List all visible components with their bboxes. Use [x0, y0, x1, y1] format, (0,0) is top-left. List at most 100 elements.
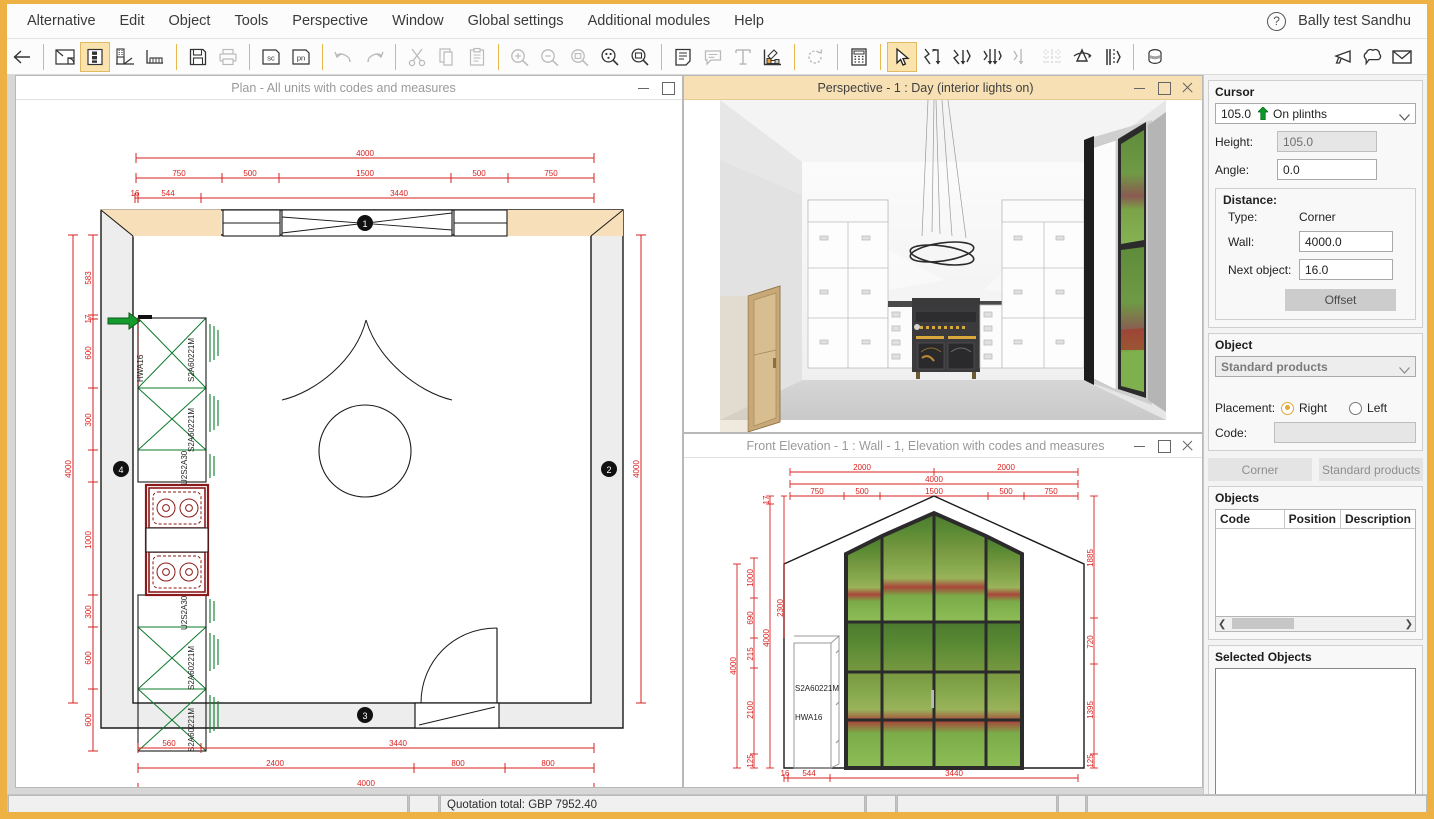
- menu-item-alternative[interactable]: Alternative: [15, 8, 108, 34]
- svg-text:4000: 4000: [925, 475, 943, 484]
- comment-icon[interactable]: [698, 42, 728, 72]
- zoom-previous-icon[interactable]: [625, 42, 655, 72]
- objects-table-wrapper[interactable]: Code Position Description: [1215, 509, 1416, 617]
- next-object-label: Next object:: [1223, 263, 1299, 277]
- elevation-view-icon[interactable]: [80, 42, 110, 72]
- chevron-down-icon: [1399, 363, 1410, 370]
- svg-text:800: 800: [541, 759, 555, 768]
- chat-cloud-icon[interactable]: [1357, 42, 1387, 72]
- status-cell-c: [1058, 795, 1086, 815]
- minimize-button[interactable]: [1133, 81, 1146, 94]
- print-icon[interactable]: [213, 42, 243, 72]
- plan-measure-icon[interactable]: [140, 42, 170, 72]
- paste-icon[interactable]: [462, 42, 492, 72]
- menu-item-help[interactable]: Help: [722, 8, 776, 34]
- menu-item-additional-modules[interactable]: Additional modules: [576, 8, 723, 34]
- grid-icon[interactable]: [1037, 42, 1067, 72]
- placement-right-radio[interactable]: Right: [1281, 401, 1327, 415]
- section-view-icon[interactable]: [110, 42, 140, 72]
- svg-text:2400: 2400: [266, 759, 284, 768]
- zoom-window-icon[interactable]: [565, 42, 595, 72]
- column-header-description[interactable]: Description: [1340, 510, 1415, 529]
- standard-products-button[interactable]: Standard products: [1319, 458, 1423, 481]
- angle-field[interactable]: 0.0: [1277, 159, 1377, 180]
- minimize-button[interactable]: [637, 81, 650, 94]
- pn-icon[interactable]: pn: [286, 42, 316, 72]
- perspective-window[interactable]: Perspective - 1 : Day (interior lights o…: [683, 75, 1203, 433]
- distance-wall-row: Wall: 4000.0: [1223, 231, 1408, 252]
- room-shape-icon[interactable]: [50, 42, 80, 72]
- elevation-window[interactable]: Front Elevation - 1 : Wall - 1, Elevatio…: [683, 433, 1203, 788]
- svg-text:600: 600: [84, 651, 93, 665]
- plan-window-titlebar[interactable]: Plan - All units with codes and measures: [16, 76, 682, 100]
- cut-icon[interactable]: [402, 42, 432, 72]
- snap-grid-icon[interactable]: [1007, 42, 1037, 72]
- snap-point-icon[interactable]: [977, 42, 1007, 72]
- offset-button[interactable]: Offset: [1285, 289, 1396, 311]
- placement-left-radio[interactable]: Left: [1349, 401, 1387, 415]
- pointer-icon[interactable]: [887, 42, 917, 72]
- megaphone-icon[interactable]: [1327, 42, 1357, 72]
- undo-icon[interactable]: [329, 42, 359, 72]
- column-header-position[interactable]: Position: [1284, 510, 1340, 529]
- calculator-icon[interactable]: [844, 42, 874, 72]
- zoom-out-icon[interactable]: [535, 42, 565, 72]
- zoom-in-icon[interactable]: [505, 42, 535, 72]
- wall-field[interactable]: 4000.0: [1299, 231, 1393, 252]
- snap-object-icon[interactable]: [917, 42, 947, 72]
- zoom-all-icon[interactable]: [595, 42, 625, 72]
- copy-icon[interactable]: [432, 42, 462, 72]
- mail-icon[interactable]: [1387, 42, 1417, 72]
- rotate-3d-icon[interactable]: [1067, 42, 1097, 72]
- object-type-dropdown[interactable]: Standard products: [1215, 356, 1416, 377]
- svg-text:16: 16: [131, 189, 140, 198]
- svg-text:750: 750: [810, 487, 824, 496]
- menu-item-global-settings[interactable]: Global settings: [456, 8, 576, 34]
- cursor-position-dropdown[interactable]: 105.0 On plinths: [1215, 103, 1416, 124]
- svg-text:2: 2: [606, 465, 611, 475]
- code-field[interactable]: [1274, 422, 1416, 443]
- height-field[interactable]: 105.0: [1277, 131, 1377, 152]
- maximize-button[interactable]: [1157, 439, 1170, 452]
- scrollbar-thumb[interactable]: [1232, 618, 1294, 629]
- tape-measure-icon[interactable]: [1140, 42, 1170, 72]
- colour-icon[interactable]: [758, 42, 788, 72]
- elevation-canvas[interactable]: 2000 2000 4000: [684, 458, 1202, 787]
- corner-button[interactable]: Corner: [1208, 458, 1312, 481]
- plan-window[interactable]: Plan - All units with codes and measures…: [15, 75, 683, 788]
- svg-text:4000: 4000: [729, 657, 738, 675]
- redo-icon[interactable]: [359, 42, 389, 72]
- minimize-button[interactable]: [1133, 439, 1146, 452]
- back-arrow-icon[interactable]: [7, 42, 37, 72]
- menu-item-edit[interactable]: Edit: [108, 8, 157, 34]
- menu-item-window[interactable]: Window: [380, 8, 456, 34]
- perspective-window-titlebar[interactable]: Perspective - 1 : Day (interior lights o…: [684, 76, 1202, 100]
- sc-icon[interactable]: sc: [256, 42, 286, 72]
- menu-item-tools[interactable]: Tools: [222, 8, 280, 34]
- note-icon[interactable]: [668, 42, 698, 72]
- save-icon[interactable]: [183, 42, 213, 72]
- type-value: Corner: [1299, 210, 1336, 224]
- plan-canvas[interactable]: 4000 750 500 1500 500 750: [16, 100, 682, 787]
- snap-wall-icon[interactable]: [947, 42, 977, 72]
- scroll-left-arrow-icon[interactable]: ❮: [1218, 619, 1226, 630]
- next-object-field[interactable]: 16.0: [1299, 259, 1393, 280]
- elevation-window-titlebar[interactable]: Front Elevation - 1 : Wall - 1, Elevatio…: [684, 434, 1202, 458]
- maximize-button[interactable]: [661, 81, 674, 94]
- close-button[interactable]: [1181, 81, 1194, 94]
- perspective-canvas[interactable]: [684, 100, 1202, 432]
- objects-horizontal-scrollbar[interactable]: ❮ ❯: [1215, 617, 1416, 632]
- svg-text:1395: 1395: [1086, 701, 1095, 719]
- menu-item-object[interactable]: Object: [157, 8, 223, 34]
- close-button[interactable]: [1181, 439, 1194, 452]
- menu-item-perspective[interactable]: Perspective: [280, 8, 380, 34]
- scroll-right-arrow-icon[interactable]: ❯: [1405, 619, 1413, 630]
- text-icon[interactable]: [728, 42, 758, 72]
- question-mark-icon[interactable]: ?: [1267, 12, 1286, 31]
- column-header-code[interactable]: Code: [1216, 510, 1284, 529]
- code-label: Code:: [1215, 426, 1274, 440]
- refresh-icon[interactable]: [801, 42, 831, 72]
- selected-objects-list[interactable]: [1215, 668, 1416, 800]
- maximize-button[interactable]: [1157, 81, 1170, 94]
- mirror-icon[interactable]: [1097, 42, 1127, 72]
